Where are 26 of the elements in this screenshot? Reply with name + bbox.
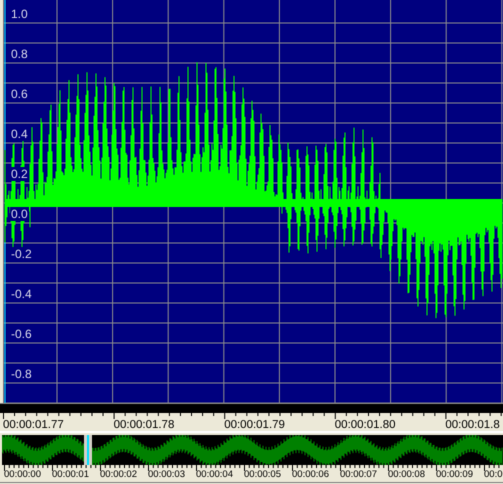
time-label: 00:00:00 xyxy=(4,469,41,480)
amplitude-label: -0.4 xyxy=(10,287,33,301)
time-label: 00:00:02 xyxy=(100,469,137,480)
time-label: 00:00:05 xyxy=(244,469,281,480)
time-label: 00:00:01.79 xyxy=(224,419,285,431)
amplitude-label: 1.0 xyxy=(10,7,29,21)
amplitude-label: 0.2 xyxy=(10,167,29,181)
amplitude-label: 0.6 xyxy=(10,87,29,101)
time-label: 00:00:06 xyxy=(292,469,329,480)
time-label: 00:00:08 xyxy=(388,469,425,480)
time-label: 00:00:03 xyxy=(148,469,185,480)
amplitude-label: 0.8 xyxy=(10,47,29,61)
amplitude-label: -0.6 xyxy=(10,327,33,341)
time-label: 00:00:09 xyxy=(436,469,473,480)
amplitude-label: -0.8 xyxy=(10,367,33,381)
amplitude-label: 0.0 xyxy=(10,207,29,221)
time-label: 00:0 xyxy=(484,469,502,480)
time-label: 00:00:01.8 xyxy=(445,419,500,431)
time-label: 00:00:04 xyxy=(196,469,233,480)
time-label: 00:00:01.80 xyxy=(334,419,396,431)
time-label: 00:00:07 xyxy=(340,469,377,480)
time-label: 00:00:01 xyxy=(52,469,89,480)
time-label: 00:00:01.77 xyxy=(3,419,64,431)
amplitude-label: 0.4 xyxy=(10,127,29,141)
amplitude-label: -0.2 xyxy=(10,247,33,261)
time-label: 00:00:01.78 xyxy=(114,419,174,431)
